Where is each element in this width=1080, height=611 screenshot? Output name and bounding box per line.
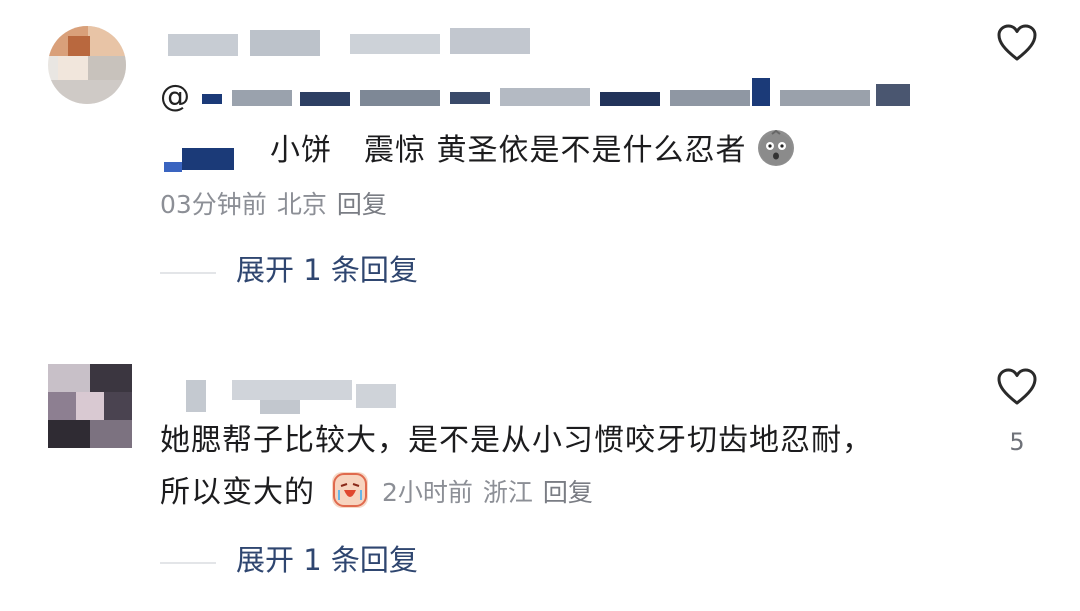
- ghost-face-emoji: [758, 129, 794, 166]
- comment-location: 北京: [276, 190, 327, 219]
- avatar[interactable]: [48, 364, 132, 448]
- like-count: 5: [1009, 428, 1025, 456]
- comment-text: 震惊 黄圣依是不是什么忍者: [364, 133, 747, 168]
- expand-divider: [160, 562, 216, 564]
- comment-location: 浙江: [482, 478, 533, 507]
- reply-button[interactable]: 回复: [337, 190, 387, 219]
- comment-item: @ 小饼 震惊 黄圣依是不是什么忍者 03分钟前 北京 回复 展开 1 条回复: [0, 0, 1080, 300]
- comment-section: @ 小饼 震惊 黄圣依是不是什么忍者 03分钟前 北京 回复 展开 1 条回复 …: [0, 0, 1080, 611]
- expand-divider: [160, 272, 216, 274]
- comment-time: 03分钟前: [160, 190, 267, 219]
- expand-replies-button[interactable]: 展开 1 条回复: [236, 546, 418, 575]
- comment-meta: 03分钟前 北京 回复: [160, 192, 397, 217]
- comment-meta: 2小时前 浙江 回复: [382, 480, 603, 505]
- avatar[interactable]: [48, 26, 126, 104]
- comment-time: 2小时前: [382, 478, 473, 507]
- expand-replies-button[interactable]: 展开 1 条回复: [236, 256, 418, 285]
- heart-icon[interactable]: [996, 368, 1038, 406]
- comment-text-line2: 所以变大的: [160, 475, 315, 510]
- reply-button[interactable]: 回复: [543, 478, 593, 507]
- comment-text-line1: 她腮帮子比较大，是不是从小习惯咬牙切齿地忍耐，: [160, 423, 873, 458]
- comment-item: 她腮帮子比较大，是不是从小习惯咬牙切齿地忍耐， 所以变大的 2小时前 浙江 回复 展…: [0, 300, 1080, 611]
- crying-face-emoji: [332, 472, 368, 508]
- mention-at-sign: @: [160, 79, 190, 114]
- heart-icon[interactable]: [996, 24, 1038, 62]
- mention-name[interactable]: 小饼: [270, 136, 332, 166]
